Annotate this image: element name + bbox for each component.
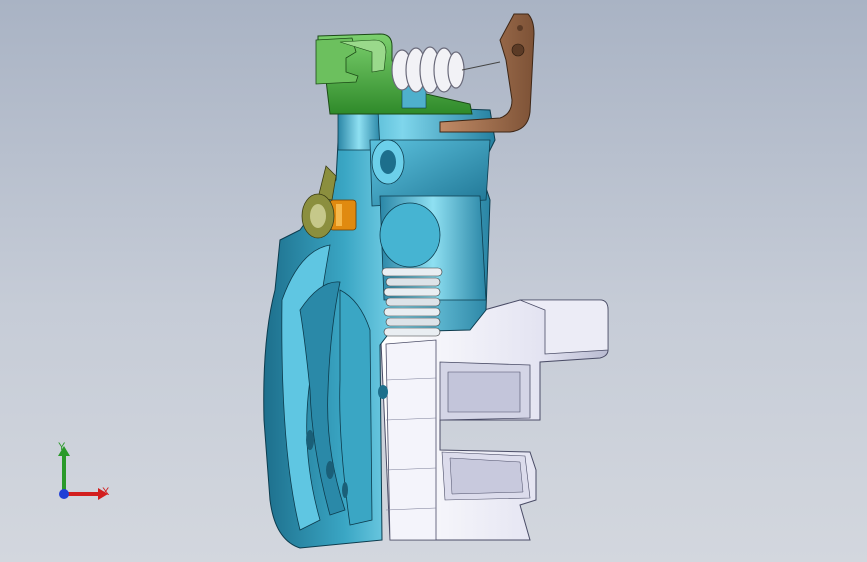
graphics-viewport[interactable]: Y X — [0, 0, 867, 562]
caliper-assembly-model[interactable] — [0, 0, 867, 562]
axis-triad-graphic — [58, 446, 108, 500]
reference-triad: Y X — [40, 438, 120, 518]
y-axis-label: Y — [58, 441, 66, 453]
z-axis-dot — [59, 489, 69, 499]
x-axis-label: X — [102, 486, 110, 498]
piston-boot — [381, 267, 443, 337]
return-spring — [391, 46, 501, 94]
